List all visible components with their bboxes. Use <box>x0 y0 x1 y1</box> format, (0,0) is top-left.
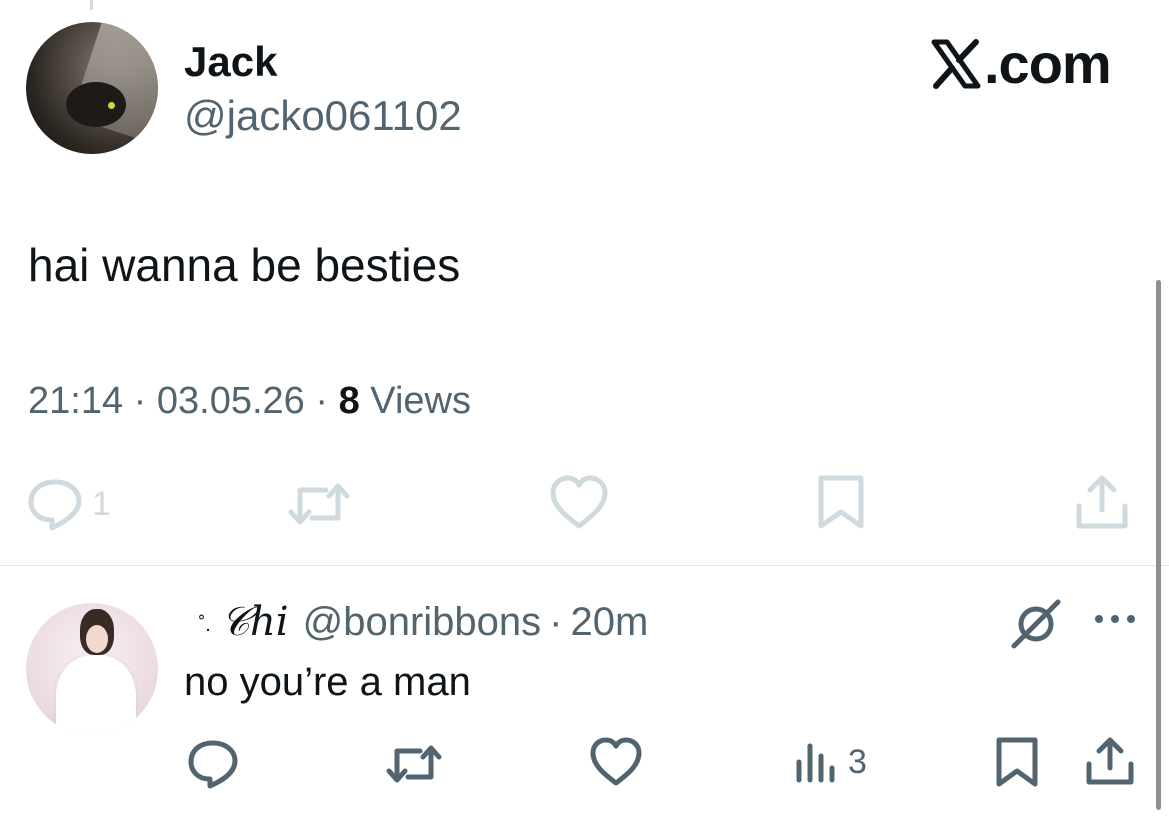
more-icon[interactable] <box>1092 612 1138 631</box>
repost-button[interactable] <box>286 478 352 530</box>
like-button[interactable] <box>548 474 610 530</box>
reply-text: no you’re a man <box>184 660 471 704</box>
reply-bookmark-button[interactable] <box>994 736 1040 788</box>
tweet-time: 21:14 <box>28 380 124 422</box>
reply-button[interactable]: 1 <box>26 476 111 532</box>
reply-icon <box>188 740 238 789</box>
tweet-text: hai wanna be besties <box>28 239 461 291</box>
grok-icon[interactable] <box>1008 598 1064 655</box>
x-logo-icon <box>930 39 982 89</box>
reply-like-button[interactable] <box>588 736 644 788</box>
brand-text: .com <box>984 32 1112 95</box>
share-button[interactable] <box>1074 474 1130 530</box>
reply-views-button[interactable]: 3 <box>794 740 867 784</box>
reply-timestamp[interactable]: 20m <box>570 598 648 646</box>
reply-author-avatar[interactable] <box>26 603 158 735</box>
reply-author-name[interactable]: 𝒞hi <box>221 598 289 646</box>
repost-icon <box>386 745 442 783</box>
reply-views-count: 3 <box>848 742 867 781</box>
thread-connector <box>90 0 93 10</box>
reply-repost-button[interactable] <box>384 740 444 788</box>
reply-reply-button[interactable] <box>186 738 240 790</box>
meta-separator: · <box>133 380 147 422</box>
bookmark-icon <box>818 475 864 529</box>
share-icon <box>1086 737 1134 785</box>
reply-icon <box>28 479 82 531</box>
tweet-meta: 21:14 · 03.05.26 · 8 Views <box>28 378 471 424</box>
views-count: 8 <box>338 380 360 422</box>
like-icon <box>550 475 608 529</box>
author-display-name[interactable]: Jack <box>184 38 277 86</box>
reply-header: ⠀˚. 𝒞hi @bonribbons · 20m <box>184 598 648 653</box>
meta-separator: · <box>315 380 329 422</box>
tweet-date: 03.05.26 <box>156 380 305 422</box>
bookmark-button[interactable] <box>816 474 866 530</box>
reply-share-button[interactable] <box>1084 736 1136 786</box>
scrollbar[interactable] <box>1156 280 1161 810</box>
name-decoration: ⠀˚. <box>184 614 211 636</box>
author-handle[interactable]: @jacko061102 <box>184 92 462 140</box>
bookmark-icon <box>996 737 1038 787</box>
repost-icon <box>288 483 350 525</box>
tweet-divider <box>0 565 1169 566</box>
like-icon <box>590 737 642 786</box>
author-avatar[interactable] <box>26 22 158 154</box>
brand-watermark: .com <box>930 32 1112 95</box>
header-separator: · <box>549 600 563 644</box>
reply-count: 1 <box>92 485 111 523</box>
views-label: Views <box>370 380 471 422</box>
reply-author-handle[interactable]: @bonribbons <box>303 598 542 646</box>
views-icon <box>796 743 835 783</box>
share-icon <box>1076 475 1128 529</box>
